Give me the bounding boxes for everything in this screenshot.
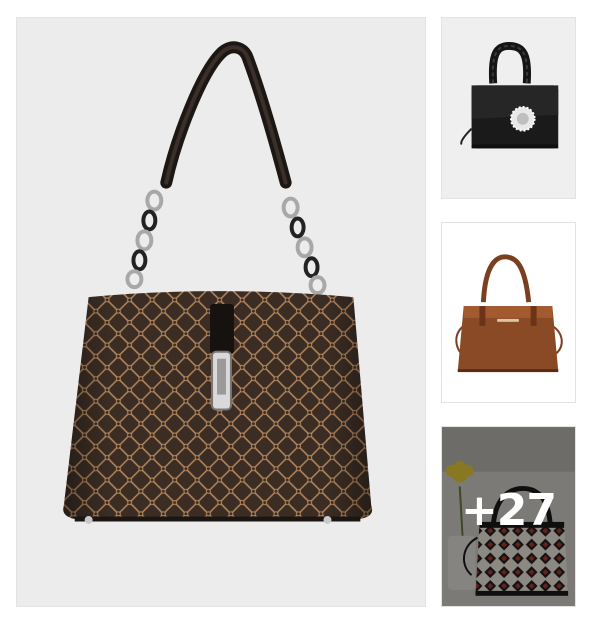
brown-monogram-shoulder-bag-icon <box>63 41 373 524</box>
more-images-count: +27 <box>460 485 557 536</box>
thumbnail-2[interactable] <box>441 222 576 403</box>
main-product-image[interactable] <box>16 17 426 607</box>
thumbnail-more[interactable]: +27 <box>441 426 576 607</box>
brown-tote-bag-icon <box>455 254 563 373</box>
more-images-overlay[interactable]: +27 <box>442 427 575 606</box>
black-top-handle-bag-icon <box>460 41 559 149</box>
thumbnail-1[interactable] <box>441 17 576 199</box>
